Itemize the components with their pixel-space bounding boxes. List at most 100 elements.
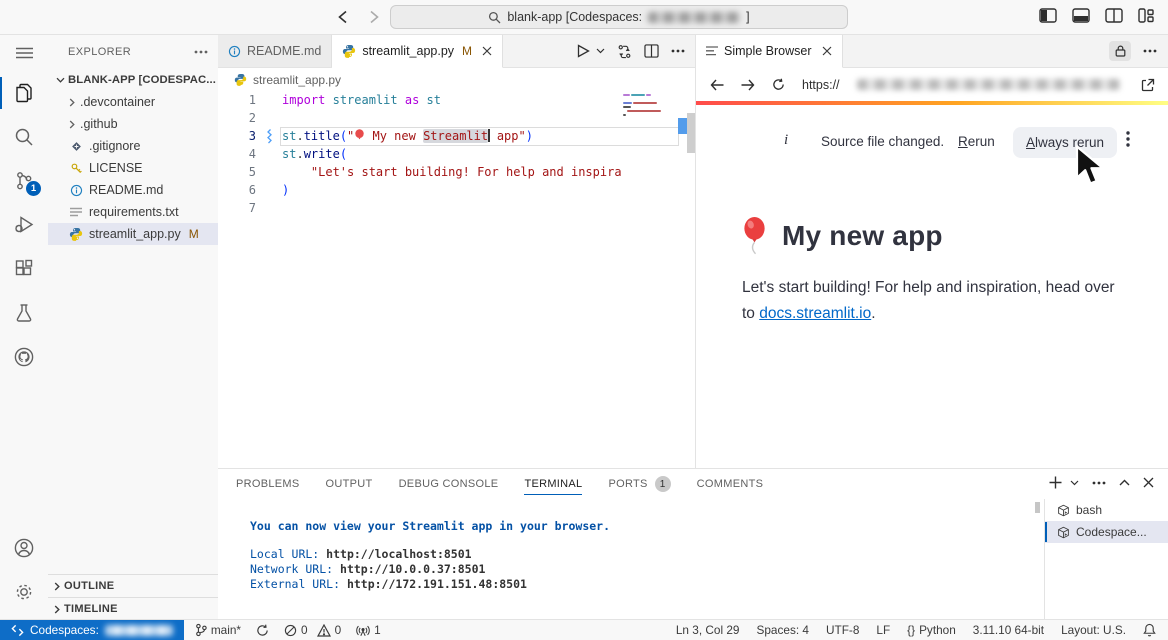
tab-streamlit-app[interactable]: streamlit_app.py M xyxy=(332,35,503,68)
tree-root[interactable]: BLANK-APP [CODESPAC... xyxy=(48,69,218,91)
code-token: title xyxy=(304,129,340,143)
forwarded-ports-indicator[interactable]: 1 xyxy=(356,623,381,637)
menu-icon[interactable] xyxy=(0,35,48,71)
indentation[interactable]: Spaces: 4 xyxy=(757,623,809,637)
sidebar-item-search[interactable] xyxy=(0,115,48,159)
tree-item-license[interactable]: LICENSE xyxy=(48,157,218,179)
tree-item-devcontainer[interactable]: .devcontainer xyxy=(48,91,218,113)
streamlit-menu-icon[interactable] xyxy=(1126,131,1130,147)
balloon-emoji-icon xyxy=(354,129,365,142)
code-editor[interactable]: 1import streamlit as st 2 3st.title(" My… xyxy=(218,91,695,468)
ports-count: 1 xyxy=(374,623,381,637)
terminal-list: bash Codespace... xyxy=(1044,499,1168,621)
terminal-dropdown-icon[interactable] xyxy=(1070,480,1079,486)
run-dropdown-chevron-icon[interactable] xyxy=(596,48,605,54)
open-external-icon[interactable] xyxy=(1141,78,1155,92)
maximize-panel-icon[interactable] xyxy=(1119,479,1130,486)
section-outline[interactable]: OUTLINE xyxy=(48,574,218,597)
minimap[interactable] xyxy=(621,91,679,181)
close-icon[interactable] xyxy=(822,46,832,56)
notifications-bell-icon[interactable] xyxy=(1143,623,1156,637)
terminal-item-bash[interactable]: bash xyxy=(1045,499,1168,521)
sidebar-item-testing[interactable] xyxy=(0,291,48,335)
tab-problems[interactable]: PROBLEMS xyxy=(236,469,300,499)
line-number: 2 xyxy=(218,111,256,125)
tree-item-label: README.md xyxy=(89,183,163,197)
tree-item-github[interactable]: .github xyxy=(48,113,218,135)
open-changes-icon[interactable] xyxy=(617,44,632,59)
more-actions-icon[interactable] xyxy=(671,49,685,53)
app-heading: My new app xyxy=(741,217,943,255)
toggle-panel-icon[interactable] xyxy=(1072,8,1090,23)
word-highlight: Streamlit xyxy=(423,129,488,143)
close-icon[interactable] xyxy=(482,46,492,56)
split-layout-icon[interactable] xyxy=(1105,8,1123,23)
python-interpreter[interactable]: 3.11.10 64-bit xyxy=(973,623,1044,637)
tree-item-streamlit-app[interactable]: streamlit_app.py M xyxy=(48,223,218,245)
rerun-button[interactable]: Rerun xyxy=(958,134,995,149)
vscode-window: blank-app [Codespaces: ] xyxy=(0,0,1168,640)
explorer-more-actions-icon[interactable] xyxy=(194,50,208,54)
eol-sequence[interactable]: LF xyxy=(876,623,890,637)
language-mode[interactable]: {} Python xyxy=(907,623,956,637)
back-icon[interactable] xyxy=(710,79,724,91)
code-token: st xyxy=(427,93,441,107)
lock-toggle[interactable] xyxy=(1109,41,1131,61)
sidebar-item-explorer[interactable] xyxy=(0,71,48,115)
code-token: import xyxy=(282,93,325,107)
tab-terminal[interactable]: TERMINAL xyxy=(524,469,582,499)
info-icon: i xyxy=(784,132,788,149)
tree-item-requirements[interactable]: requirements.txt xyxy=(48,201,218,223)
code-token: " xyxy=(347,129,354,143)
tree-item-gitignore[interactable]: .gitignore xyxy=(48,135,218,157)
history-back-icon[interactable] xyxy=(336,10,352,24)
encoding[interactable]: UTF-8 xyxy=(826,623,859,637)
new-terminal-icon[interactable] xyxy=(1049,476,1062,489)
tab-comments[interactable]: COMMENTS xyxy=(697,469,764,499)
keyboard-layout[interactable]: Layout: U.S. xyxy=(1061,623,1126,637)
run-python-file-icon[interactable] xyxy=(577,44,590,58)
history-forward-icon[interactable] xyxy=(365,10,381,24)
terminal-output[interactable]: You can now view your Streamlit app in y… xyxy=(218,499,1045,621)
terminal-line: Network URL: http://10.0.0.37:8501 xyxy=(250,562,1045,577)
sidebar-item-source-control[interactable]: 1 xyxy=(0,159,48,203)
command-center[interactable]: blank-app [Codespaces: ] xyxy=(390,5,848,29)
customize-layout-icon[interactable] xyxy=(1138,8,1154,23)
panel-more-actions-icon[interactable] xyxy=(1092,481,1106,485)
more-actions-icon[interactable] xyxy=(1143,49,1157,53)
redacted-url[interactable] xyxy=(857,79,1120,90)
split-editor-icon[interactable] xyxy=(644,44,659,58)
breadcrumb[interactable]: streamlit_app.py xyxy=(218,68,695,91)
sidebar-item-extensions[interactable] xyxy=(0,247,48,291)
command-center-bracket: ] xyxy=(746,10,749,24)
editor-scrollbar[interactable] xyxy=(687,113,695,153)
tree-item-readme[interactable]: README.md xyxy=(48,179,218,201)
toggle-sidebar-icon[interactable] xyxy=(1039,8,1057,23)
sidebar-item-run-debug[interactable] xyxy=(0,203,48,247)
problems-indicator[interactable]: 0 0 xyxy=(284,623,341,637)
reload-icon[interactable] xyxy=(772,78,785,91)
line-number-active: 3 xyxy=(218,129,256,143)
docs-link[interactable]: docs.streamlit.io xyxy=(759,305,871,322)
accounts-icon[interactable] xyxy=(0,526,48,570)
tab-ports[interactable]: PORTS1 xyxy=(608,469,670,499)
settings-gear-icon[interactable] xyxy=(0,570,48,614)
code-token: st xyxy=(282,147,296,161)
tab-readme[interactable]: README.md xyxy=(218,35,332,67)
tab-output[interactable]: OUTPUT xyxy=(326,469,373,499)
tab-simple-browser[interactable]: Simple Browser xyxy=(696,35,843,68)
section-timeline[interactable]: TIMELINE xyxy=(48,597,218,620)
close-panel-icon[interactable] xyxy=(1143,477,1154,488)
cursor-position[interactable]: Ln 3, Col 29 xyxy=(676,623,740,637)
sidebar-item-github[interactable] xyxy=(0,335,48,379)
branch-indicator[interactable]: main* xyxy=(195,623,241,637)
tab-debug-console[interactable]: DEBUG CONSOLE xyxy=(399,469,499,499)
sync-button[interactable] xyxy=(256,624,269,637)
redacted-codespace-name xyxy=(105,625,173,636)
url-protocol[interactable]: https:// xyxy=(802,78,840,92)
code-token: as xyxy=(405,93,419,107)
line-number: 6 xyxy=(218,183,256,197)
forward-icon[interactable] xyxy=(741,79,755,91)
remote-indicator[interactable]: Codespaces: xyxy=(0,620,184,640)
terminal-item-codespace[interactable]: Codespace... xyxy=(1045,521,1168,543)
